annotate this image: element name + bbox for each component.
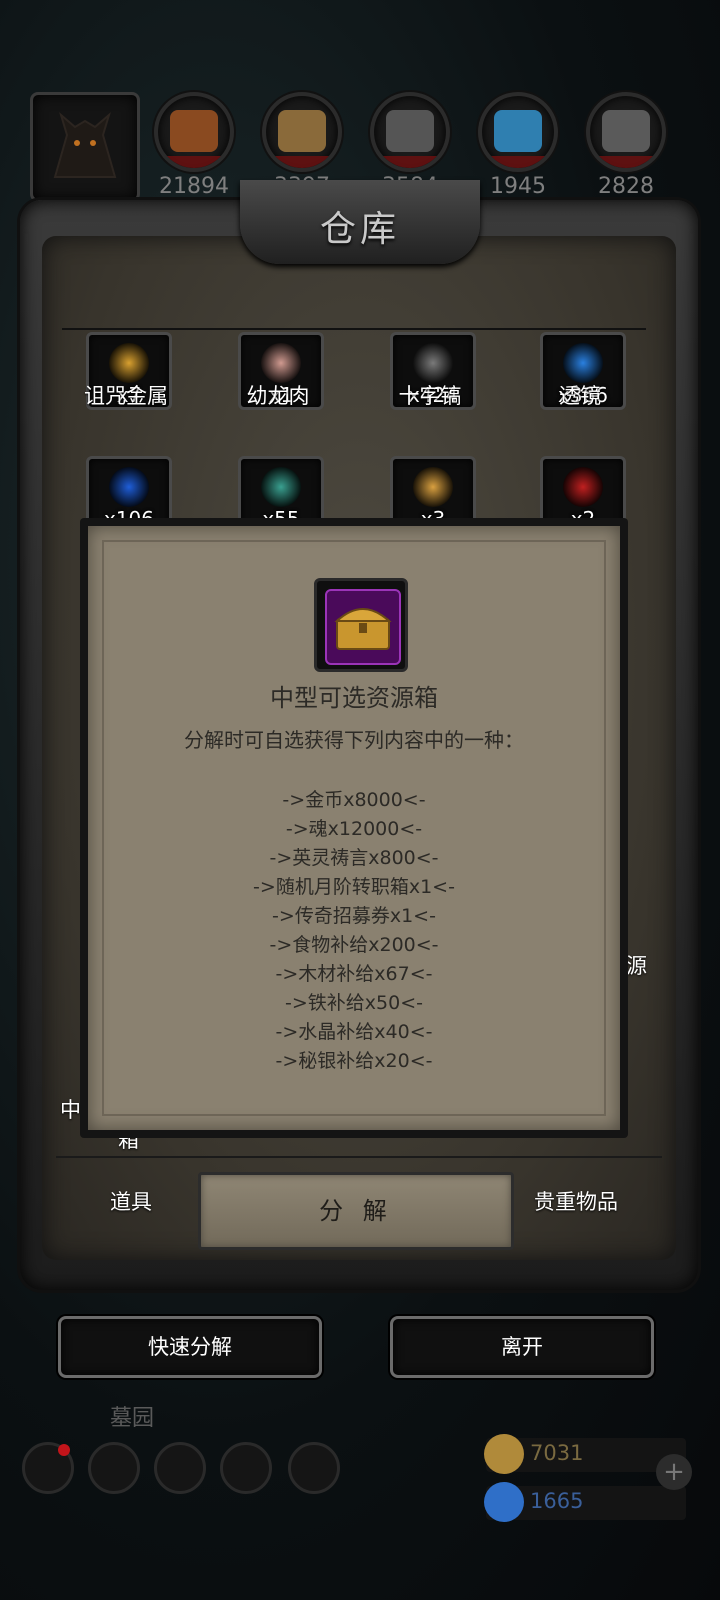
- wood-icon: [262, 92, 342, 172]
- reward-option-list: ->金币x8000<- ->魂x12000<- ->英灵祷言x800<- ->随机月阶…: [88, 786, 620, 1076]
- popup-panel: 中型可选资源箱 分解时可自选获得下列内容中的一种： ->金币x8000<- ->魂…: [88, 526, 620, 1130]
- reward-option: ->铁补给x50<-: [285, 992, 423, 1014]
- resource-0: 21894: [154, 92, 234, 199]
- leave-label: 离开: [501, 1335, 543, 1359]
- quick-decompose-button[interactable]: 快速分解: [58, 1316, 322, 1378]
- item-icon: [109, 467, 149, 507]
- item-name: 十字镐: [398, 384, 462, 408]
- battle-icon[interactable]: [154, 1442, 206, 1494]
- mithril-icon: [586, 92, 666, 172]
- shop-icon[interactable]: [288, 1442, 340, 1494]
- item-icon: [413, 343, 453, 383]
- resource-image: [494, 110, 542, 152]
- resource-count: 2828: [598, 174, 654, 199]
- resource-count: 1945: [490, 174, 546, 199]
- popup-description: 分解时可自选获得下列内容中的一种：: [184, 728, 524, 752]
- quick-decompose-label: 快速分解: [148, 1335, 232, 1359]
- player-avatar[interactable]: [30, 92, 140, 202]
- item-icon: [261, 343, 301, 383]
- add-gem-button[interactable]: +: [656, 1454, 692, 1490]
- reward-option: ->金币x8000<-: [282, 789, 426, 811]
- resource-3: 1945: [478, 92, 558, 199]
- leave-button[interactable]: 离开: [390, 1316, 654, 1378]
- tab-divider: [56, 1156, 662, 1158]
- tab-valuables[interactable]: 贵重物品: [534, 1186, 618, 1216]
- tab-decompose[interactable]: 分 解: [198, 1172, 514, 1250]
- item-name: 透镜: [559, 384, 601, 408]
- reward-option: ->水晶补给x40<-: [275, 1021, 433, 1043]
- blue-gem-icon: [484, 1482, 524, 1522]
- reward-option: ->传奇招募券x1<-: [272, 905, 436, 927]
- food-icon: [154, 92, 234, 172]
- item-icon: [563, 467, 603, 507]
- tab-decompose-label: 分 解: [319, 1197, 393, 1225]
- mail-icon[interactable]: [220, 1442, 272, 1494]
- item-name-partial: 源: [626, 954, 647, 978]
- location-label: 墓园: [110, 1406, 155, 1431]
- tab-items[interactable]: 道具: [110, 1186, 152, 1216]
- reward-option: ->随机月阶转职箱x1<-: [253, 876, 455, 898]
- item-name: 诅咒金属: [84, 384, 168, 408]
- gem-currency: 1665: [484, 1482, 686, 1522]
- crystal-icon: [478, 92, 558, 172]
- resource-image: [278, 110, 326, 152]
- gem-value: 1665: [530, 1489, 584, 1513]
- item-icon-frame: [314, 578, 408, 672]
- item-icon: [413, 467, 453, 507]
- reward-option: ->木材补给x67<-: [275, 963, 433, 985]
- gold-value: 7031: [530, 1441, 584, 1465]
- chest-icon: [334, 608, 392, 650]
- window-title: 仓库: [319, 209, 400, 250]
- item-name-partial: 中: [60, 1098, 81, 1122]
- resource-image: [170, 110, 218, 152]
- dragon-icon: [53, 112, 117, 178]
- item-icon: [109, 343, 149, 383]
- reward-option: ->食物补给x200<-: [269, 934, 439, 956]
- iron-icon: [370, 92, 450, 172]
- item-name: 幼龙肉: [246, 384, 310, 408]
- menu-icon[interactable]: [88, 1442, 140, 1494]
- popup-title: 中型可选资源箱: [270, 684, 438, 712]
- rarity-frame: [325, 589, 401, 665]
- reward-option: ->英灵祷言x800<-: [269, 847, 439, 869]
- item-icon: [563, 343, 603, 383]
- resource-image: [602, 110, 650, 152]
- item-icon: [261, 467, 301, 507]
- reward-option: ->魂x12000<-: [285, 818, 423, 840]
- divider: [62, 328, 646, 330]
- item-detail-popup[interactable]: 中型可选资源箱 分解时可自选获得下列内容中的一种： ->金币x8000<- ->魂…: [80, 518, 628, 1138]
- gold-scroll-icon: [484, 1434, 524, 1474]
- reward-option: ->秘银补给x20<-: [275, 1050, 433, 1072]
- resource-count: 21894: [159, 174, 229, 199]
- resource-4: 2828: [586, 92, 666, 199]
- notification-dot: [58, 1444, 70, 1456]
- resource-image: [386, 110, 434, 152]
